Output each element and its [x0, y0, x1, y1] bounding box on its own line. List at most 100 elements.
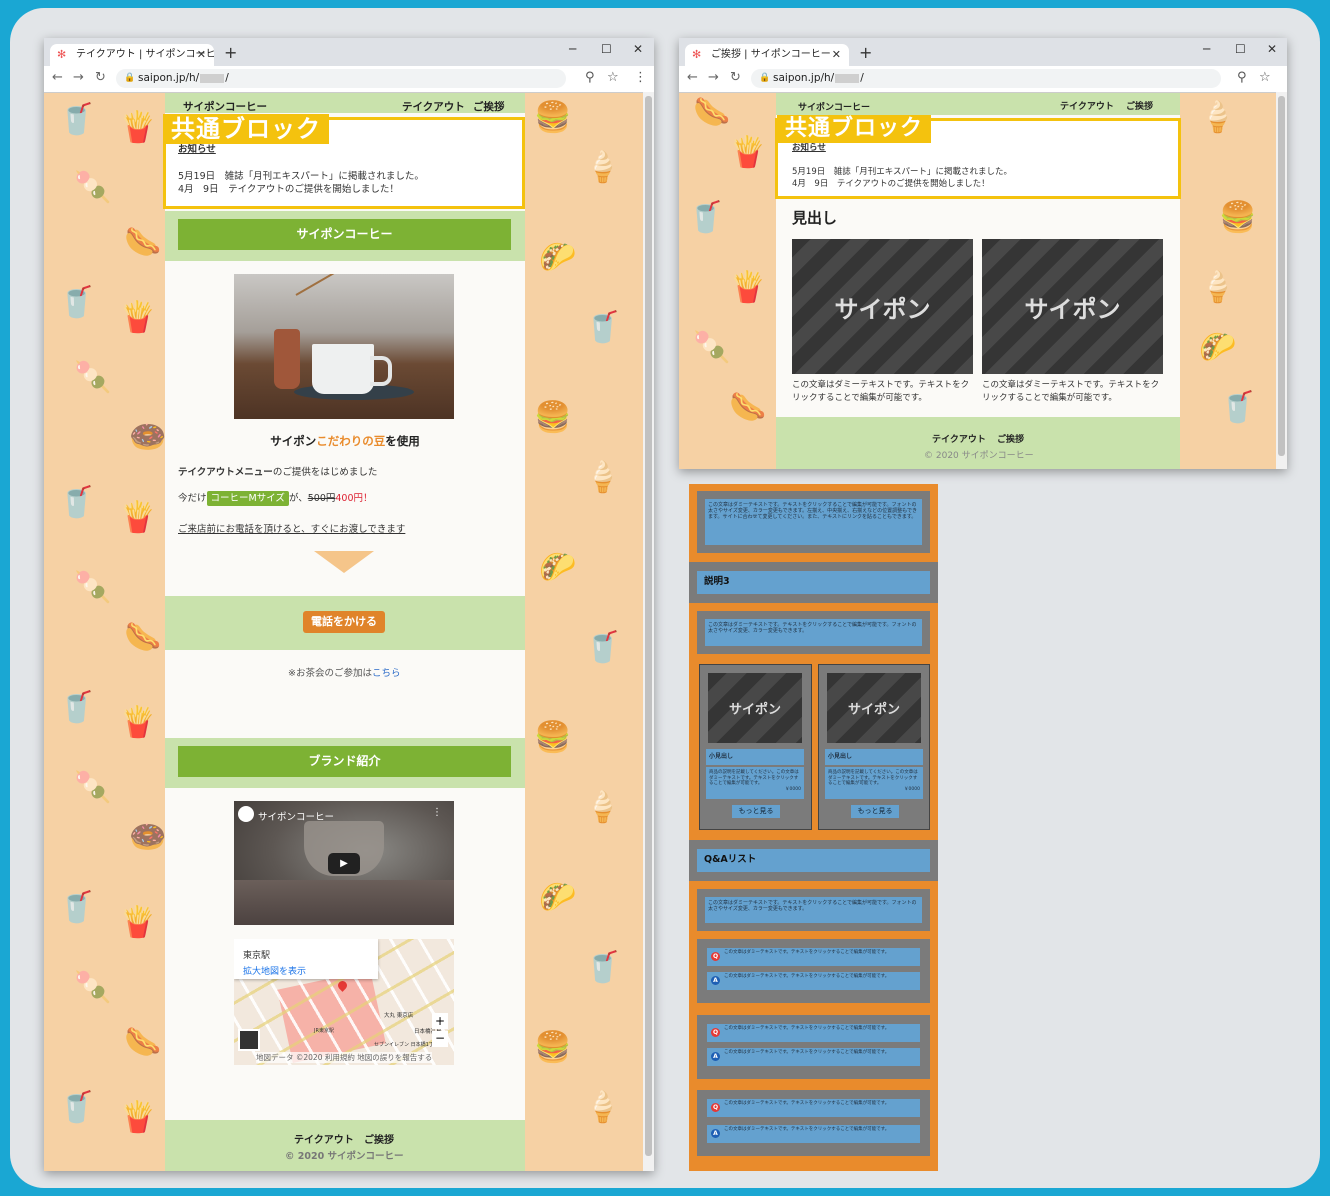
scrollbar[interactable] [1276, 92, 1287, 469]
coffee-caption: サイポンこだわりの豆を使用 [165, 433, 525, 449]
cup-icon: 🥤 [584, 950, 622, 985]
phone-notice-link[interactable]: ご来店前にお電話を頂けると、すぐにお渡しできます [178, 521, 405, 535]
promo-line: 今だけ コーヒーMサイズ が、500円400円！ [178, 490, 373, 506]
lock-icon: 🔒 [759, 73, 771, 83]
back-icon[interactable]: ← [687, 70, 698, 85]
news-item-1: 5月19日 雑誌「月刊エキスパート」に掲載されました。 [792, 167, 1012, 177]
qa-heading-block: Q&Aリスト [689, 840, 938, 881]
footer-nav-greeting[interactable]: ご挨拶 [364, 1131, 394, 1146]
reload-icon[interactable]: ↻ [730, 70, 741, 85]
footer-nav-greeting[interactable]: ご挨拶 [997, 432, 1024, 445]
map-zoom-out[interactable]: − [432, 1031, 448, 1047]
hotdog-icon: 🌭 [729, 390, 767, 425]
scrollbar[interactable] [643, 92, 654, 1171]
site-logo[interactable]: サイポンコーヒー [798, 100, 870, 113]
hotdog-icon: 🌭 [124, 1025, 162, 1060]
back-icon[interactable]: ← [52, 70, 63, 85]
maximize-icon[interactable]: ☐ [1235, 42, 1246, 56]
answer-row: A この文章はダミーテキストです。テキストをクリックすることで編集が可能です。 [707, 1048, 920, 1066]
question-text: この文章はダミーテキストです。テキストをクリックすることで編集が可能です。 [724, 950, 890, 955]
minimize-icon[interactable]: ─ [1203, 42, 1210, 56]
card-text-2: この文章はダミーテキストです。テキストをクリックすることで編集が可能です。 [982, 380, 1160, 403]
caption-highlight: こだわりの豆 [316, 434, 386, 448]
card-text: 商品の説明を記載してください。この文章はダミーテキストです。テキストをクリックす… [706, 767, 804, 799]
cup-icon: 🥤 [58, 485, 96, 520]
left-browser-window: ✻ テイクアウト | サイポンコーヒー ✕ + ─ ☐ ✕ ← → ↻ 🔒 sa… [44, 38, 654, 1171]
news-item-2: 4月 9日 テイクアウトのご提供を開始しました！ [178, 184, 399, 195]
browser-tab[interactable]: ✻ ご挨拶 | サイポンコーヒー ✕ [685, 44, 849, 66]
map-zoom-in[interactable]: + [432, 1013, 448, 1029]
intro-text: この文章はダミーテキストです。テキストをクリックすることで編集が可能です。フォン… [705, 499, 922, 545]
card-more-button[interactable]: もっと見る [732, 805, 780, 818]
tab-title: ご挨拶 | サイポンコーヒー [711, 49, 831, 60]
answer-row: A この文章はダミーテキストです。テキストをクリックすることで編集が可能です。 [707, 972, 920, 990]
star-icon[interactable]: ☆ [1259, 70, 1271, 85]
zoom-icon[interactable]: ⚲ [1237, 70, 1247, 85]
card-desc: 商品の説明を記載してください。この文章はダミーテキストです。テキストをクリックす… [828, 770, 918, 786]
browser-tab[interactable]: ✻ テイクアウト | サイポンコーヒー ✕ [50, 44, 214, 66]
tea-link[interactable]: こちら [372, 668, 401, 679]
desc-block: この文章はダミーテキストです。テキストをクリックすることで編集が可能です。フォン… [697, 611, 930, 654]
nav-greeting[interactable]: ご挨拶 [473, 99, 505, 114]
promo-old-price: 500円 [307, 493, 336, 504]
question-row: Q この文章はダミーテキストです。テキストをクリックすることで編集が可能です。 [707, 1099, 920, 1117]
close-tab-icon[interactable]: ✕ [832, 44, 841, 66]
donut-icon: 🍩 [129, 420, 167, 455]
new-tab-icon[interactable]: + [859, 43, 872, 62]
address-bar: ← → ↻ 🔒 saipon.jp/h/ / ⚲ ☆ ⋮ [44, 66, 654, 93]
cup-icon: 🥤 [1219, 390, 1257, 425]
forward-icon[interactable]: → [73, 70, 84, 85]
zoom-icon[interactable]: ⚲ [585, 70, 595, 85]
call-button[interactable]: 電話をかける [303, 611, 385, 633]
channel-avatar [238, 806, 254, 822]
block-structure-panel: この文章はダミーテキストです。テキストをクリックすることで編集が可能です。フォン… [689, 484, 938, 1171]
qa-heading-label: Q&Aリスト [697, 849, 930, 872]
map-satellite-toggle[interactable] [238, 1029, 260, 1051]
footer-nav-takeout[interactable]: テイクアウト [294, 1131, 354, 1146]
common-block-badge: 共通ブロック [163, 114, 329, 144]
reload-icon[interactable]: ↻ [95, 70, 106, 85]
nav-takeout[interactable]: テイクアウト [1060, 99, 1114, 112]
tab-bar: ✻ ご挨拶 | サイポンコーヒー ✕ + ─ ☐ ✕ [679, 38, 1287, 66]
cup-icon: 🥤 [58, 690, 96, 725]
close-window-icon[interactable]: ✕ [633, 42, 643, 56]
popsicle-icon: 🍡 [74, 170, 112, 205]
minimize-icon[interactable]: ─ [569, 42, 576, 56]
url-field[interactable]: 🔒 saipon.jp/h/ / [751, 69, 1221, 88]
star-icon[interactable]: ☆ [607, 70, 619, 85]
answer-text: この文章はダミーテキストです。テキストをクリックすることで編集が可能です。 [724, 1050, 890, 1055]
nav-greeting[interactable]: ご挨拶 [1126, 99, 1153, 112]
menu-icon[interactable]: ⋮ [634, 70, 647, 85]
site-logo[interactable]: サイポンコーヒー [183, 99, 267, 114]
popsicle-icon: 🍡 [74, 570, 112, 605]
forward-icon[interactable]: → [708, 70, 719, 85]
close-tab-icon[interactable]: ✕ [197, 44, 206, 66]
question-mark-icon: Q [711, 1103, 720, 1112]
taco-icon: 🌮 [539, 550, 577, 585]
play-icon[interactable]: ▶ [328, 853, 360, 874]
news-item-1: 5月19日 雑誌「月刊エキスパート」に掲載されました。 [178, 171, 424, 182]
map-station: 東京駅 [243, 951, 271, 961]
question-text: この文章はダミーテキストです。テキストをクリックすることで編集が可能です。 [724, 1101, 890, 1106]
content-column: サイポンコーヒー テイクアウト ご挨拶 お知らせ 5月19日 雑誌「月刊エキスパ… [775, 93, 1181, 469]
map-label-daimaru: 大丸 東京店 [384, 1013, 414, 1019]
video-embed[interactable]: サイポンコーヒー ⋮ ▶ [234, 801, 454, 925]
video-more-icon[interactable]: ⋮ [432, 807, 442, 818]
url-field[interactable]: 🔒 saipon.jp/h/ / [116, 69, 566, 88]
burger-icon: 🍔 [534, 1030, 572, 1065]
close-window-icon[interactable]: ✕ [1267, 42, 1277, 56]
url-redaction [200, 73, 225, 83]
ice-cream-icon: 🍦 [1199, 270, 1237, 305]
card-more-button[interactable]: もっと見る [851, 805, 899, 818]
scroll-thumb[interactable] [645, 96, 652, 1156]
favicon-icon: ✻ [692, 48, 702, 61]
footer-nav-takeout[interactable]: テイクアウト [932, 432, 986, 445]
map-link[interactable]: 拡大地図を表示 [243, 964, 306, 977]
map-embed[interactable]: 東京駅 拡大地図を表示 大丸 東京店 日本橋高島 JR東京駅 セブンイレブン 日… [234, 939, 454, 1065]
menu-strong: テイクアウトメニュー [178, 467, 273, 478]
answer-mark-icon: A [711, 1129, 720, 1138]
maximize-icon[interactable]: ☐ [601, 42, 612, 56]
new-tab-icon[interactable]: + [224, 43, 237, 62]
scroll-thumb[interactable] [1278, 96, 1285, 456]
nav-takeout[interactable]: テイクアウト [402, 99, 465, 114]
